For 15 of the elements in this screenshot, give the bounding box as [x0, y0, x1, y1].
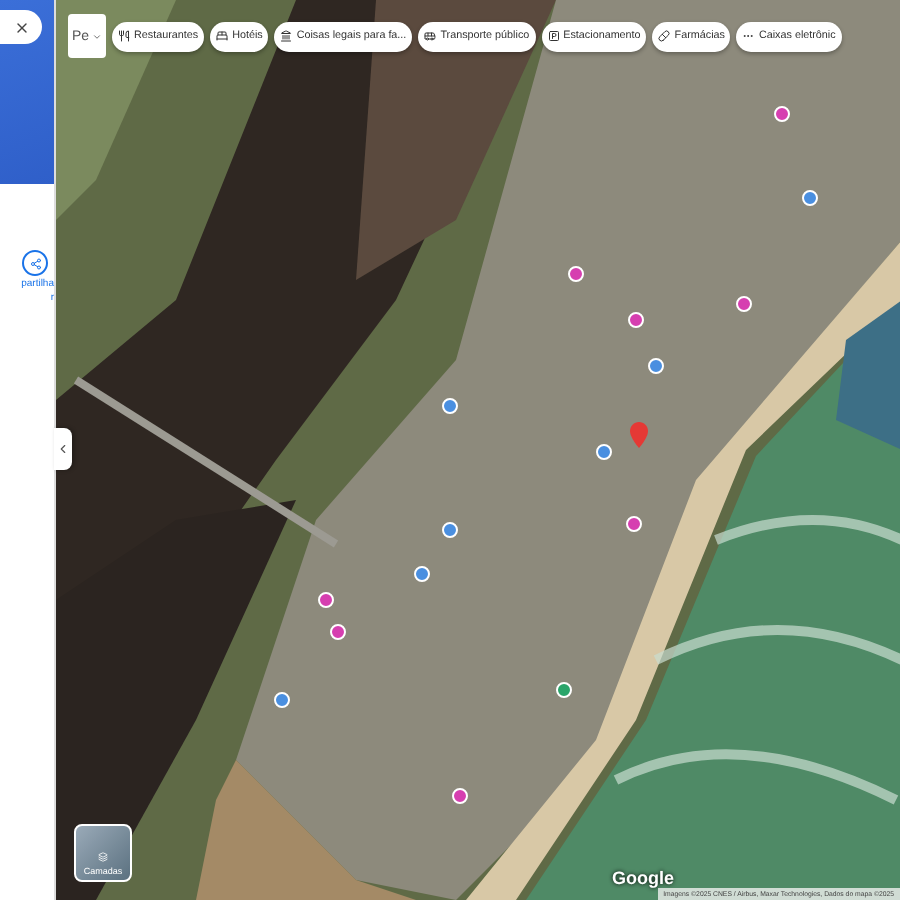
- location-marker-icon: [630, 422, 648, 448]
- caret-icon: [92, 31, 102, 41]
- layers-icon: [98, 852, 108, 862]
- bed-icon: [216, 30, 229, 42]
- close-icon: [13, 19, 29, 35]
- close-button[interactable]: [0, 10, 42, 44]
- museum-icon: [280, 30, 293, 42]
- map-logo: Google: [612, 868, 674, 888]
- chevron-left-icon: [56, 442, 70, 456]
- parking-icon: [547, 30, 560, 42]
- bus-icon: [424, 30, 437, 42]
- fork-knife-icon: [118, 30, 130, 42]
- collapse-panel-button[interactable]: [54, 428, 72, 470]
- pill-icon: [658, 30, 671, 42]
- share-icon: [22, 250, 48, 276]
